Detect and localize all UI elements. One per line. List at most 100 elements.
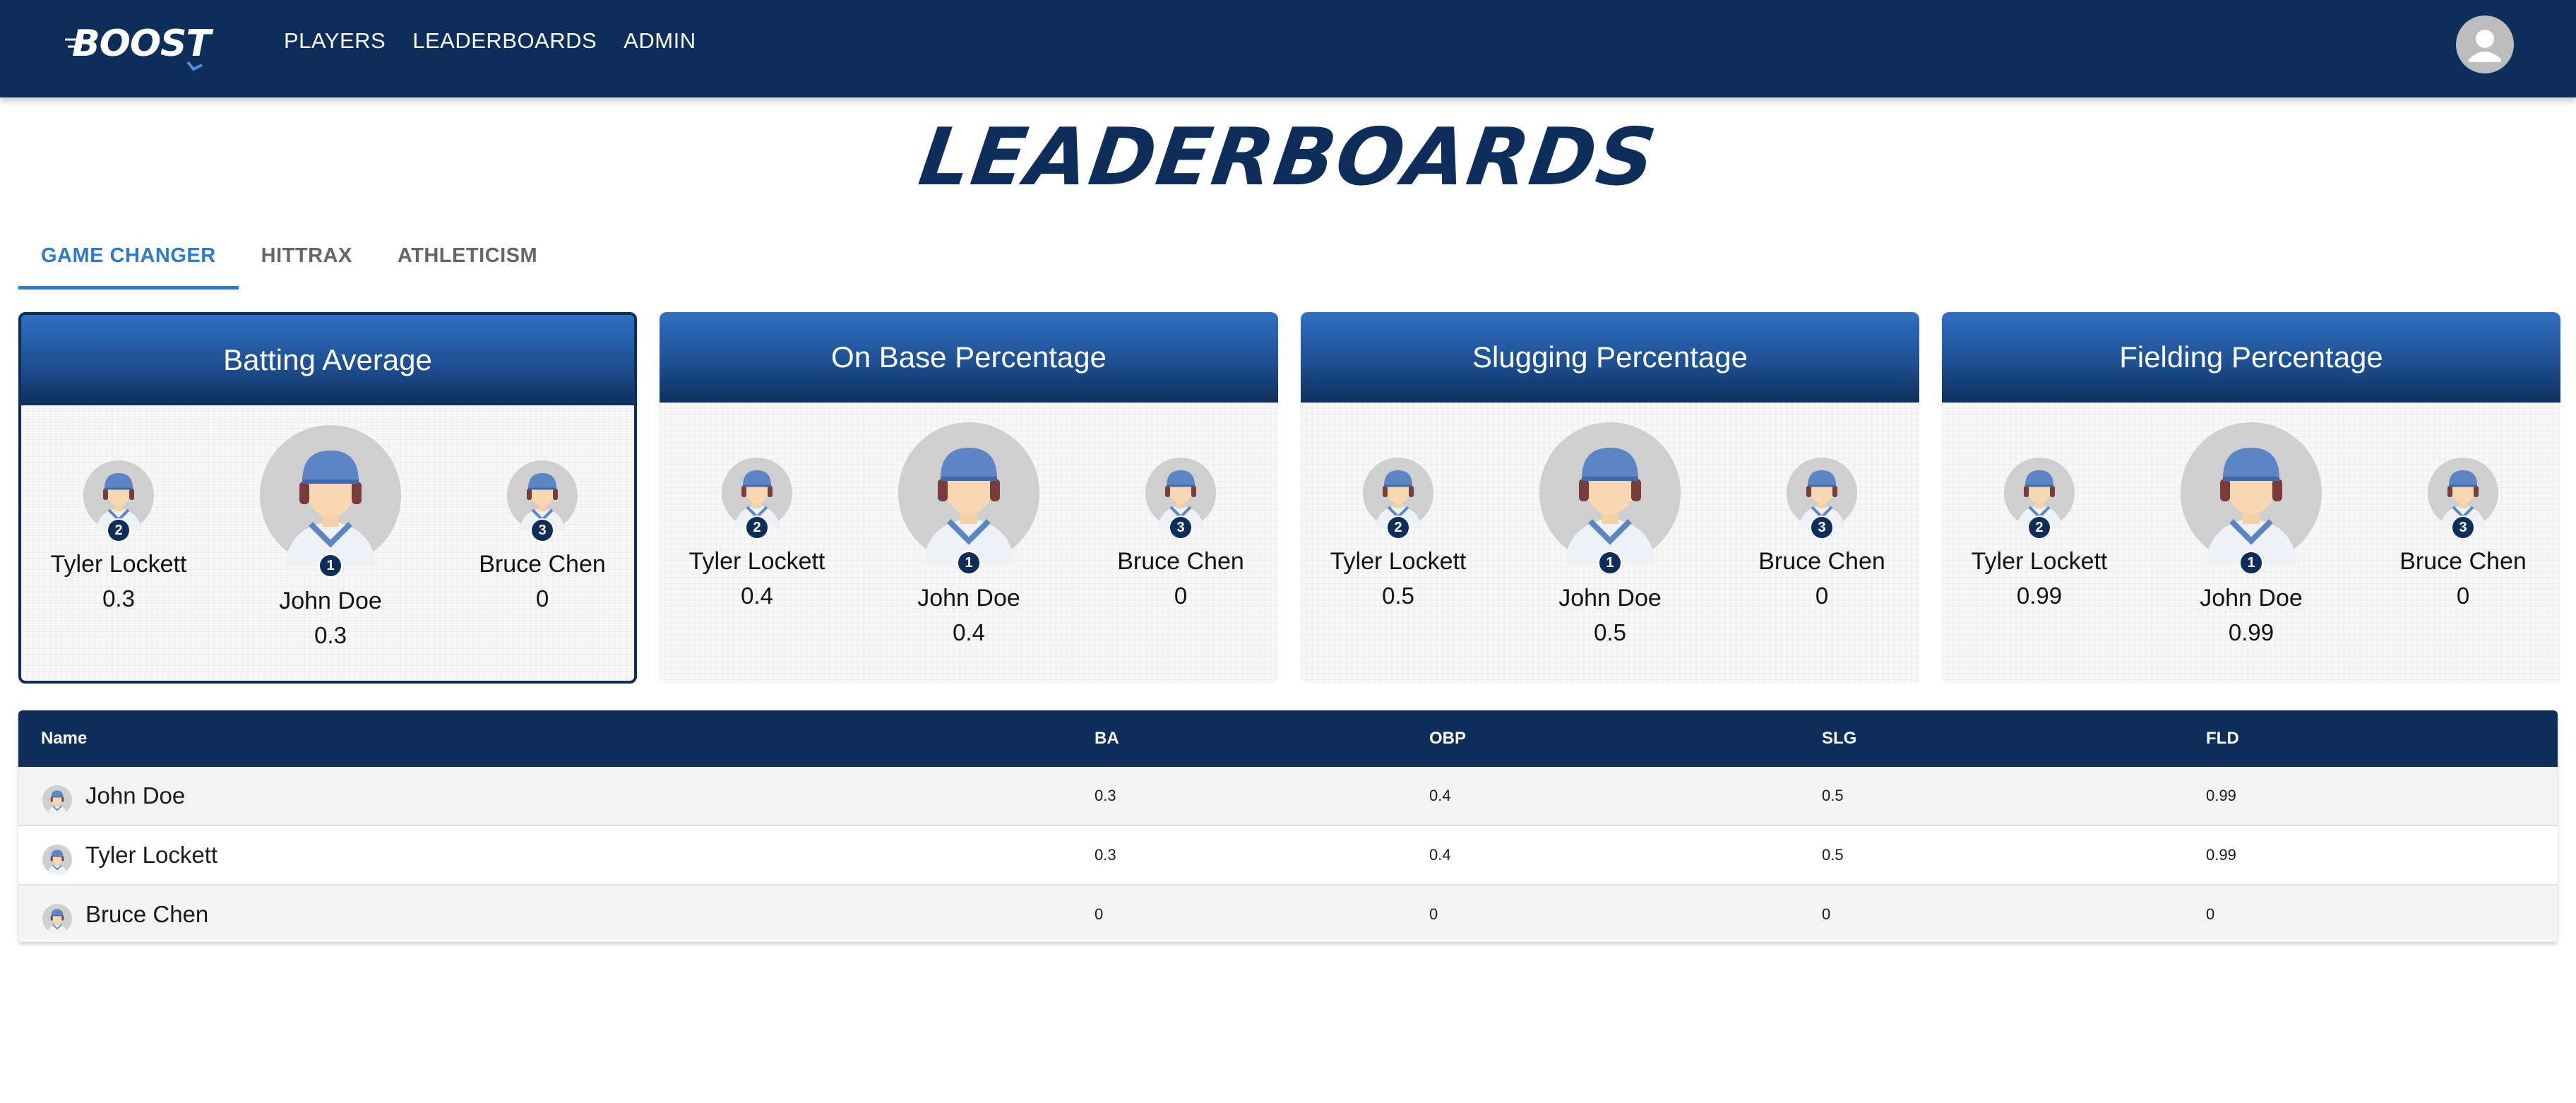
player-avatar-icon: 1 (260, 425, 401, 578)
player-value: 0 (535, 585, 549, 612)
player-value: 0.4 (741, 583, 773, 609)
podium: 2 Tyler Lockett 0.99 1 John Doe 0.99 3 B… (1942, 403, 2560, 684)
player-name: Tyler Lockett (1330, 548, 1467, 575)
row-slg: 0.5 (1822, 846, 1844, 864)
row-slg: 0.5 (1822, 787, 1844, 804)
rank-badge: 2 (745, 515, 769, 539)
podium-third[interactable]: 3 Bruce Chen 0 (1744, 458, 1900, 609)
tab-game-changer[interactable]: GAME CHANGER (18, 233, 239, 290)
leaderboard-card[interactable]: Batting Average 2 Tyler Lockett 0.3 1 Jo… (18, 312, 637, 684)
player-value: 0.3 (314, 622, 347, 648)
boost-logo-icon[interactable]: BOOST (64, 18, 212, 75)
row-fld: 0 (2206, 905, 2215, 923)
rank-badge: 3 (1810, 515, 1834, 539)
player-avatar-icon (42, 840, 72, 874)
nav-leaderboards[interactable]: LEADERBOARDS (412, 28, 597, 54)
player-value: 0.5 (1382, 583, 1414, 609)
podium-first[interactable]: 1 John Doe 0.99 (2174, 422, 2329, 646)
player-value: 0 (1815, 583, 1829, 609)
header-ba[interactable]: BA (1095, 710, 1119, 767)
player-avatar-icon: 2 (83, 460, 154, 542)
player-value: 0.4 (953, 619, 985, 645)
rank-badge: 2 (1386, 515, 1410, 539)
podium-second[interactable]: 2 Tyler Lockett 0.4 (679, 458, 835, 609)
row-ba: 0.3 (1095, 787, 1116, 804)
podium-first[interactable]: 1 John Doe 0.4 (891, 422, 1046, 646)
rank-badge: 1 (1598, 551, 1622, 575)
rank-badge: 3 (2451, 515, 2475, 539)
rank-badge: 1 (318, 554, 342, 578)
podium-second[interactable]: 2 Tyler Lockett 0.3 (41, 460, 196, 612)
podium-second[interactable]: 2 Tyler Lockett 0.5 (1320, 458, 1476, 609)
leaderboard-table: Name BA OBP SLG FLD John Doe 0.3 0.4 0.5… (18, 710, 2558, 942)
nav-admin[interactable]: ADMIN (624, 28, 696, 54)
player-name: Bruce Chen (1758, 548, 1885, 575)
player-avatar-icon: 1 (1539, 422, 1681, 575)
rank-badge: 2 (2027, 515, 2051, 539)
player-name: Bruce Chen (2399, 548, 2527, 575)
header-obp[interactable]: OBP (1429, 710, 1466, 767)
row-ba: 0.3 (1095, 846, 1116, 864)
player-name: John Doe (1558, 585, 1662, 612)
card-title: Batting Average (21, 315, 634, 405)
row-fld: 0.99 (2206, 787, 2236, 804)
app-bar: BOOST PLAYERS LEADERBOARDS ADMIN (0, 0, 2576, 97)
rank-badge: 1 (2239, 551, 2263, 575)
leaderboard-card[interactable]: On Base Percentage 2 Tyler Lockett 0.4 1… (660, 312, 1278, 684)
rank-badge: 3 (1169, 515, 1193, 539)
player-name: Tyler Lockett (50, 551, 187, 578)
player-name: John Doe (279, 588, 382, 614)
podium: 2 Tyler Lockett 0.5 1 John Doe 0.5 3 Bru… (1301, 403, 1919, 684)
rank-badge: 3 (530, 518, 554, 542)
player-avatar-icon: 3 (507, 460, 578, 542)
player-avatar-icon: 1 (2181, 422, 2322, 575)
row-slg: 0 (1822, 905, 1831, 923)
player-avatar-icon: 3 (2428, 458, 2498, 539)
podium: 2 Tyler Lockett 0.4 1 John Doe 0.4 3 Bru… (660, 403, 1278, 684)
row-obp: 0 (1429, 905, 1438, 923)
leaderboard-card[interactable]: Slugging Percentage 2 Tyler Lockett 0.5 (1301, 312, 1919, 684)
rank-badge: 1 (957, 551, 981, 575)
table-row[interactable]: John Doe 0.3 0.4 0.5 0.99 (18, 767, 2558, 826)
player-value: 0 (1174, 583, 1188, 609)
podium-third[interactable]: 3 Bruce Chen 0 (465, 460, 620, 612)
podium-third[interactable]: 3 Bruce Chen 0 (1103, 458, 1258, 609)
table-row[interactable]: Bruce Chen 0 0 0 0 (18, 886, 2558, 942)
user-avatar-icon[interactable] (2456, 16, 2514, 73)
player-avatar-icon: 3 (1787, 458, 1857, 539)
player-name: John Doe (2200, 585, 2303, 612)
rank-badge: 2 (107, 518, 131, 542)
logo-text: BOOST (72, 23, 211, 65)
category-tabs: GAME CHANGER HITTRAX ATHLETICISM (18, 233, 560, 290)
table-header: Name BA OBP SLG FLD (18, 710, 2558, 767)
player-avatar-icon: 2 (1363, 458, 1433, 539)
player-value: 0.3 (102, 585, 135, 612)
card-title: Fielding Percentage (1942, 312, 2560, 403)
card-title: Slugging Percentage (1301, 312, 1919, 403)
podium-second[interactable]: 2 Tyler Lockett 0.99 (1962, 458, 2117, 609)
player-value: 0.5 (1594, 619, 1626, 645)
row-obp: 0.4 (1429, 846, 1451, 864)
player-avatar-icon: 3 (1145, 458, 1216, 539)
leaderboard-card[interactable]: Fielding Percentage 2 Tyler Lockett 0.99 (1942, 312, 2560, 684)
player-avatar-icon: 2 (722, 458, 792, 539)
podium-first[interactable]: 1 John Doe 0.3 (253, 425, 408, 649)
table-row[interactable]: Tyler Lockett 0.3 0.4 0.5 0.99 (18, 826, 2558, 886)
row-player-name: John Doe (85, 782, 186, 809)
main-nav: PLAYERS LEADERBOARDS ADMIN (284, 28, 696, 54)
tab-athleticism[interactable]: ATHLETICISM (375, 233, 560, 290)
card-title: On Base Percentage (660, 312, 1278, 403)
row-player-name: Tyler Lockett (85, 842, 218, 868)
page-title: LEADERBOARDS (914, 112, 1662, 203)
player-avatar-icon: 2 (2004, 458, 2075, 539)
row-fld: 0.99 (2206, 846, 2236, 864)
podium-first[interactable]: 1 John Doe 0.5 (1532, 422, 1688, 646)
header-fld[interactable]: FLD (2206, 710, 2239, 767)
player-avatar-icon: 1 (898, 422, 1039, 575)
tab-hittrax[interactable]: HITTRAX (239, 233, 375, 290)
podium-third[interactable]: 3 Bruce Chen 0 (2385, 458, 2541, 609)
player-name: John Doe (917, 585, 1020, 612)
nav-players[interactable]: PLAYERS (284, 28, 386, 54)
header-slg[interactable]: SLG (1822, 710, 1856, 767)
header-name[interactable]: Name (41, 710, 87, 767)
